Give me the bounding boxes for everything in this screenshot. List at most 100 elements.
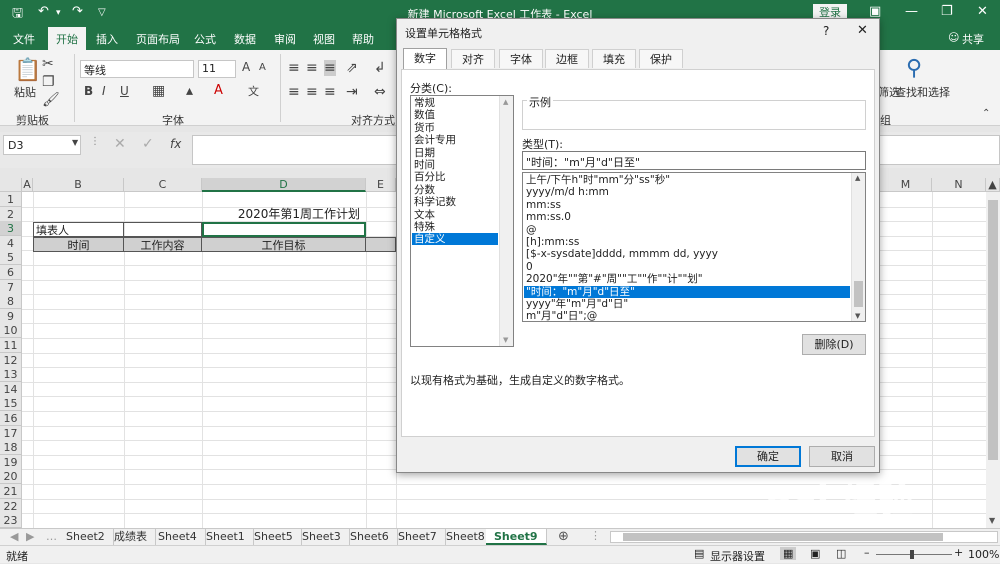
format-painter-icon[interactable]: 🖌 xyxy=(42,92,60,108)
tab-review[interactable]: 审阅 xyxy=(274,31,296,47)
format-scroll-thumb[interactable] xyxy=(854,281,863,307)
row-header[interactable]: 7 xyxy=(0,279,22,295)
category-item[interactable]: 分数 xyxy=(412,184,498,196)
cancel-button[interactable]: 取消 xyxy=(809,446,875,467)
row-header[interactable]: 11 xyxy=(0,338,22,353)
indent-icon[interactable]: ⇥ xyxy=(346,84,358,100)
column-header[interactable]: C xyxy=(124,178,202,192)
zoom-in-icon[interactable]: + xyxy=(954,546,963,559)
restore-icon[interactable]: ❐ xyxy=(941,4,953,19)
confirm-entry-icon[interactable]: ✓ xyxy=(142,136,154,152)
row-header[interactable]: 15 xyxy=(0,396,22,412)
borders-icon[interactable]: ▦ xyxy=(152,83,165,99)
format-item[interactable]: 上午/下午h"时"mm"分"ss"秒" xyxy=(524,174,850,186)
row-header[interactable]: 18 xyxy=(0,440,22,456)
scroll-up-icon[interactable]: ▲ xyxy=(855,174,860,182)
category-item[interactable]: 日期 xyxy=(412,147,498,159)
title-cell[interactable]: 2020年第1周工作计划 xyxy=(202,207,366,222)
fill-color-icon[interactable]: ▴ xyxy=(186,83,193,99)
row-header[interactable]: 4 xyxy=(0,235,22,251)
dialog-tab-number[interactable]: 数字 xyxy=(403,48,447,69)
vertical-scrollbar[interactable]: ▼ xyxy=(986,192,1000,528)
display-settings-button[interactable]: 显示器设置 xyxy=(710,548,765,564)
align-center-icon[interactable]: ≡ xyxy=(306,84,318,100)
dialog-tab-fill[interactable]: 填充 xyxy=(592,49,636,68)
select-all-corner[interactable] xyxy=(0,178,22,192)
ribbon-options-icon[interactable]: ▣ xyxy=(869,4,881,19)
align-middle-icon[interactable]: ≡ xyxy=(306,60,318,76)
collapse-ribbon-icon[interactable]: ⌃ xyxy=(982,108,990,119)
category-item[interactable]: 时间 xyxy=(412,159,498,171)
row-header[interactable]: 14 xyxy=(0,381,22,397)
font-color-icon[interactable]: A xyxy=(214,83,223,98)
tab-file[interactable]: 文件 xyxy=(13,31,35,47)
wrap-text-icon[interactable]: ↲ xyxy=(374,60,386,76)
share-button[interactable]: 共享 xyxy=(962,31,984,47)
format-item[interactable]: [h]:mm:ss xyxy=(524,236,850,248)
display-settings-icon[interactable]: ▤ xyxy=(694,547,704,560)
header-content[interactable]: 工作内容 xyxy=(124,237,202,252)
align-left-icon[interactable]: ≡ xyxy=(288,84,300,100)
tab-help[interactable]: 帮助 xyxy=(352,31,374,47)
category-item[interactable]: 会计专用 xyxy=(412,134,498,146)
dialog-tab-border[interactable]: 边框 xyxy=(545,49,589,68)
name-box-dropdown-icon[interactable]: ▼ xyxy=(72,138,78,147)
format-item[interactable]: @ xyxy=(524,224,850,236)
row-header[interactable]: 3 xyxy=(0,221,22,237)
underline-icon[interactable]: U xyxy=(120,84,129,98)
bold-icon[interactable]: B xyxy=(84,84,93,98)
cell-a3[interactable]: 填表人 xyxy=(33,222,124,237)
dialog-close-icon[interactable]: ✕ xyxy=(857,23,868,38)
category-item[interactable]: 数值 xyxy=(412,109,498,121)
row-header[interactable]: 13 xyxy=(0,367,22,383)
font-name-select[interactable]: 等线 xyxy=(80,60,194,78)
scroll-up-icon[interactable]: ▲ xyxy=(503,98,508,106)
row-header[interactable]: 17 xyxy=(0,425,22,441)
format-item[interactable]: yyyy"年"m"月"d"日" xyxy=(524,298,850,310)
column-header[interactable]: B xyxy=(33,178,124,192)
row-header[interactable]: 2 xyxy=(0,206,22,222)
sheet-tab[interactable]: Sheet9 xyxy=(486,529,547,545)
scroll-down-icon[interactable]: ▼ xyxy=(989,516,995,525)
orientation-icon[interactable]: ⇗ xyxy=(346,60,358,76)
scroll-down-icon[interactable]: ▼ xyxy=(855,312,860,320)
category-item[interactable]: 货币 xyxy=(412,122,498,134)
phonetic-icon[interactable]: 文 xyxy=(248,83,259,99)
page-layout-view-icon[interactable]: ▣ xyxy=(810,547,820,560)
tab-formulas[interactable]: 公式 xyxy=(194,31,216,47)
row-header[interactable]: 1 xyxy=(0,192,22,207)
format-item[interactable]: mm:ss.0 xyxy=(524,211,850,223)
share-icon[interactable]: ☺ xyxy=(948,31,959,44)
add-sheet-icon[interactable]: ⊕ xyxy=(558,529,569,544)
format-item[interactable]: "时间："m"月"d"日至" xyxy=(524,285,850,298)
category-item[interactable]: 常规 xyxy=(412,97,498,109)
close-window-icon[interactable]: ✕ xyxy=(977,4,988,19)
format-item[interactable]: m"月"d"日";@ xyxy=(524,310,850,321)
scroll-down-icon[interactable]: ▼ xyxy=(503,336,508,344)
cell-c3[interactable] xyxy=(124,222,202,237)
scroll-up-icon[interactable]: ▲ xyxy=(986,178,1000,192)
align-right-icon[interactable]: ≡ xyxy=(324,84,336,100)
increase-font-icon[interactable]: A xyxy=(242,60,250,74)
row-header[interactable]: 19 xyxy=(0,454,22,470)
align-top-icon[interactable]: ≡ xyxy=(288,60,300,76)
row-header[interactable]: 16 xyxy=(0,411,22,426)
next-sheet-icon[interactable]: ▶ xyxy=(26,530,34,543)
category-item[interactable]: 自定义 xyxy=(412,233,498,246)
column-header[interactable]: M xyxy=(880,178,932,192)
prev-sheet-icon[interactable]: ◀ xyxy=(10,530,18,543)
tab-page-layout[interactable]: 页面布局 xyxy=(136,31,180,47)
zoom-level[interactable]: 100% xyxy=(968,548,999,561)
insert-function-icon[interactable]: fx xyxy=(170,137,181,151)
more-sheets-icon[interactable]: … xyxy=(46,530,57,543)
format-item[interactable]: [$-x-sysdate]dddd, mmmm dd, yyyy xyxy=(524,248,850,260)
column-header[interactable]: D xyxy=(202,178,366,192)
ok-button[interactable]: 确定 xyxy=(735,446,801,467)
name-box[interactable]: D3 xyxy=(3,135,81,155)
format-scrollbar[interactable]: ▲ ▼ xyxy=(851,173,865,321)
find-select-button[interactable]: 查找和选择 xyxy=(895,84,950,100)
sheet-tab[interactable]: 成绩表 xyxy=(106,529,156,545)
active-cell-d3[interactable] xyxy=(202,222,366,237)
category-scrollbar[interactable]: ▲ ▼ xyxy=(499,96,513,346)
column-header[interactable]: N xyxy=(932,178,986,192)
